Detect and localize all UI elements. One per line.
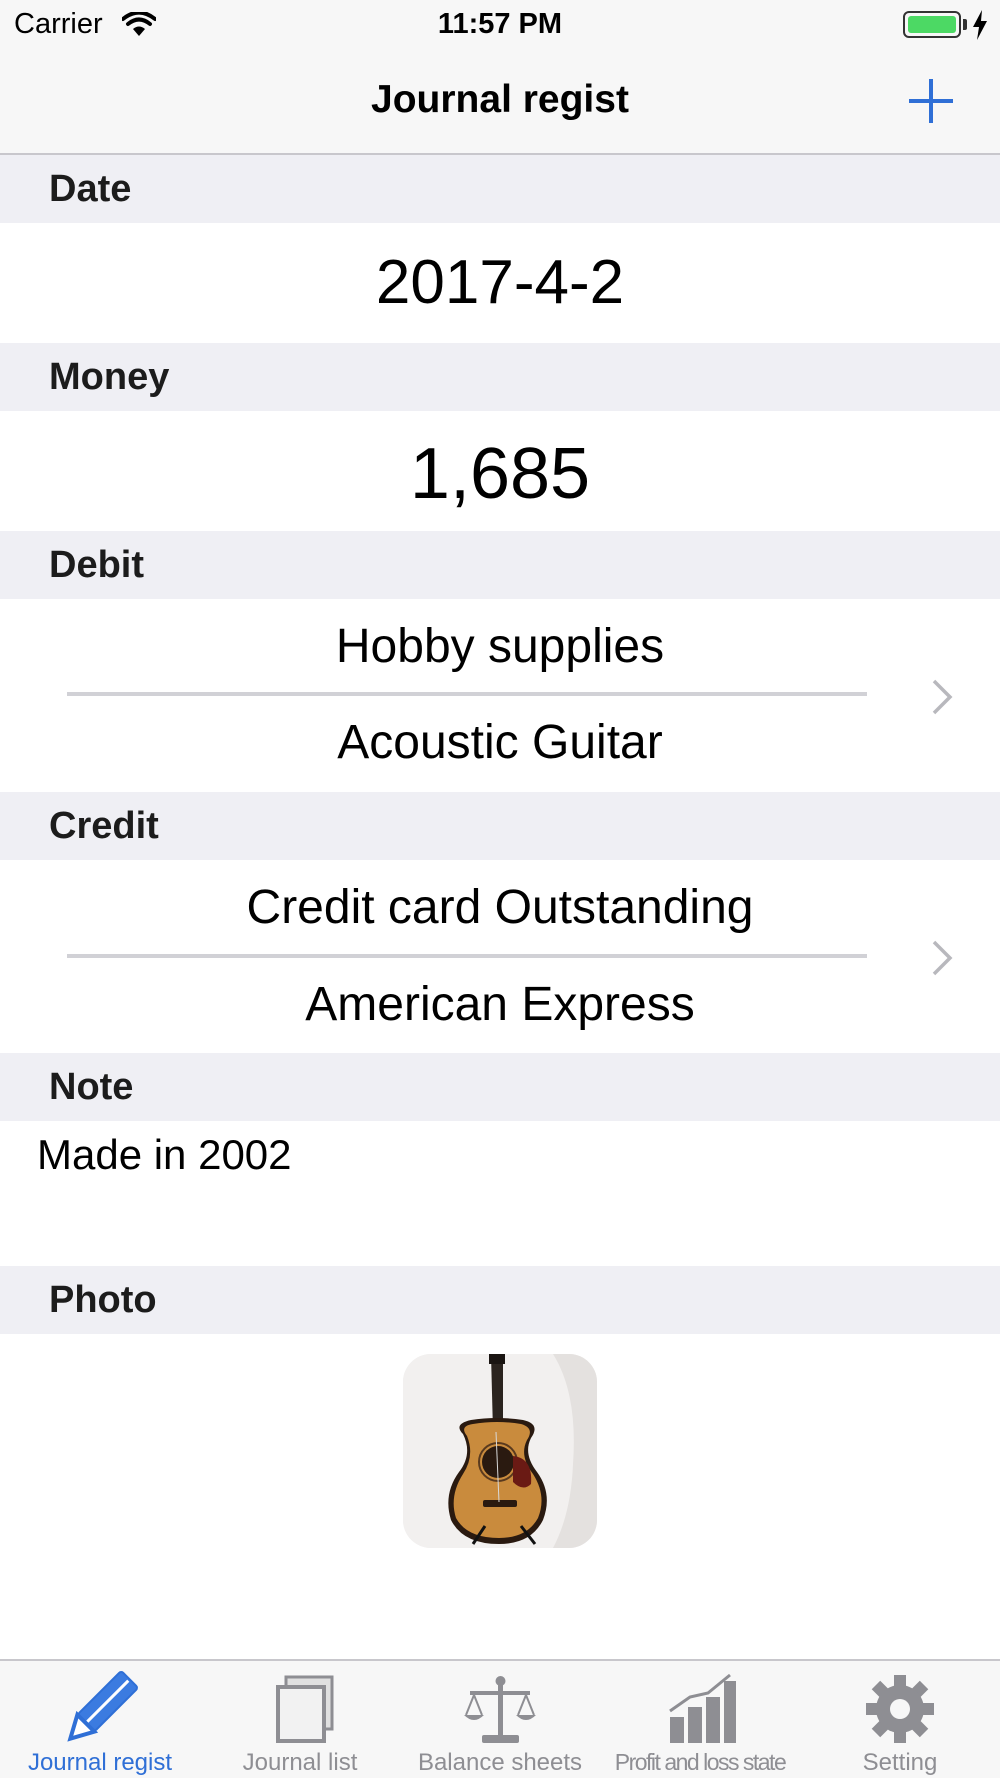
- debit-account: Hobby supplies: [335, 620, 665, 673]
- note-cell[interactable]: Made in 2002: [0, 1121, 1000, 1266]
- charging-bolt-icon: [973, 10, 987, 40]
- credit-sub-account: American Express: [305, 978, 695, 1031]
- photo-section-header: Photo: [0, 1266, 1000, 1334]
- debit-divider: [67, 692, 867, 696]
- note-section-header: Note: [0, 1053, 1000, 1121]
- tab-profit-and-loss[interactable]: Profit and loss state: [600, 1661, 800, 1778]
- bar-chart-icon: [669, 1673, 736, 1743]
- debit-sub-account: Acoustic Guitar: [337, 716, 663, 769]
- navigation-bar: Journal regist: [0, 50, 1000, 155]
- debit-header-label: Debit: [49, 544, 144, 586]
- credit-section-header: Credit: [0, 792, 1000, 860]
- acoustic-guitar-photo[interactable]: [403, 1354, 597, 1548]
- photo-header-label: Photo: [49, 1279, 157, 1321]
- credit-account-cell[interactable]: Credit card Outstanding American Express: [0, 860, 1000, 1053]
- date-header-label: Date: [49, 168, 132, 210]
- guitar-image: [403, 1354, 597, 1548]
- tab-label: Journal regist: [27, 1749, 173, 1776]
- chevron-right-icon: [932, 679, 953, 715]
- credit-header-label: Credit: [49, 805, 159, 847]
- note-text: Made in 2002: [37, 1131, 292, 1178]
- tab-label: Balance sheets: [417, 1749, 583, 1776]
- money-header-label: Money: [49, 356, 170, 398]
- tab-label: Setting: [862, 1749, 938, 1776]
- plus-icon[interactable]: [906, 76, 956, 126]
- money-value: 1,685: [409, 434, 591, 514]
- money-cell[interactable]: 1,685: [0, 411, 1000, 531]
- tab-label: Journal list: [242, 1749, 358, 1776]
- tab-balance-sheets[interactable]: Balance sheets: [400, 1661, 600, 1778]
- date-value: 2017-4-2: [375, 248, 625, 317]
- page-title: Journal regist: [371, 78, 629, 121]
- photo-cell: [0, 1334, 1000, 1659]
- status-bar: Carrier 11:57 PM: [0, 0, 1000, 50]
- debit-account-cell[interactable]: Hobby supplies Acoustic Guitar: [0, 599, 1000, 792]
- debit-section-header: Debit: [0, 531, 1000, 599]
- gear-icon: [866, 1675, 934, 1743]
- date-section-header: Date: [0, 155, 1000, 223]
- tab-journal-regist[interactable]: Journal regist: [0, 1661, 200, 1778]
- battery-icon: [903, 11, 961, 38]
- money-section-header: Money: [0, 343, 1000, 411]
- chevron-right-icon: [932, 940, 953, 976]
- tab-journal-list[interactable]: Journal list: [200, 1661, 400, 1778]
- pencil-icon: [67, 1671, 138, 1742]
- status-time: 11:57 PM: [437, 8, 563, 40]
- credit-account: Credit card Outstanding: [246, 881, 754, 934]
- scales-icon: [464, 1676, 536, 1743]
- tab-bar: Journal regist Journal list Balance shee…: [0, 1659, 1000, 1778]
- date-cell[interactable]: 2017-4-2: [0, 223, 1000, 343]
- battery-nub: [963, 19, 967, 30]
- tab-label: Profit and loss state: [614, 1749, 787, 1775]
- journal-list-icon: [276, 1675, 334, 1743]
- credit-divider: [67, 954, 867, 958]
- note-header-label: Note: [49, 1066, 134, 1108]
- tab-setting[interactable]: Setting: [800, 1661, 1000, 1778]
